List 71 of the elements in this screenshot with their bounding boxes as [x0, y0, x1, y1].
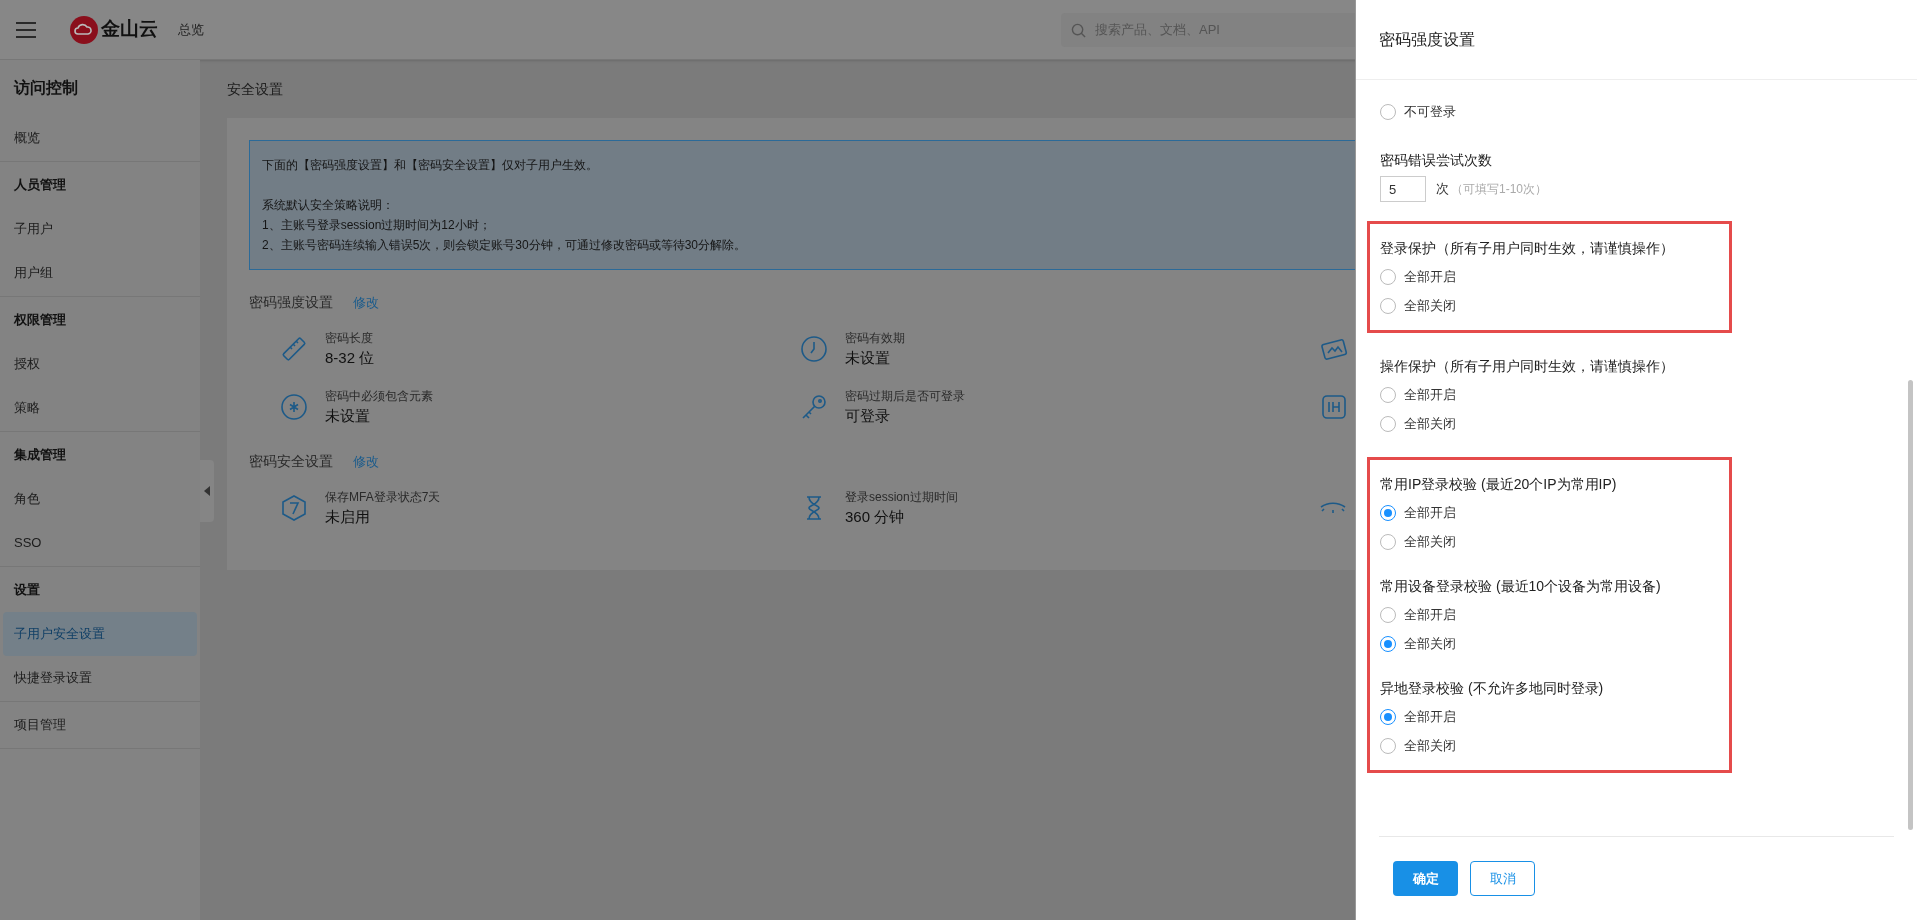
option-heading: 异地登录校验 (不允许多地同时登录)	[1380, 678, 1605, 698]
radio-label[interactable]: 全部关闭	[1404, 295, 1456, 316]
radio-label[interactable]: 全部开启	[1404, 384, 1456, 405]
radio-label[interactable]: 全部开启	[1404, 604, 1456, 625]
search-icon	[1071, 22, 1086, 38]
setting-value: 可登录	[845, 405, 891, 426]
cancel-button[interactable]: 取消	[1470, 861, 1535, 896]
drawer-title: 密码强度设置	[1356, 0, 1917, 80]
collapse-handle[interactable]	[200, 460, 214, 522]
menu-icon[interactable]	[16, 21, 36, 38]
hint-text: （可填写1-10次）	[1451, 181, 1548, 198]
sidebar-item[interactable]: 用户组	[0, 251, 200, 295]
setting-label: 密码长度	[325, 329, 374, 347]
hexagon-seven-icon	[279, 493, 309, 523]
section-title: 密码安全设置	[249, 452, 333, 471]
sidebar-item[interactable]: 授权	[0, 342, 200, 386]
sidebar-item[interactable]: 策略	[0, 386, 200, 430]
attempts-input[interactable]: 5	[1380, 176, 1426, 202]
setting-value: 未启用	[325, 506, 371, 527]
sidebar-heading: 人员管理	[13, 176, 67, 195]
cloud-logo-icon	[70, 15, 98, 44]
setting-label: 保存MFA登录状态7天	[325, 488, 441, 506]
option-heading: 操作保护（所有子用户同时生效，请谨慎操作）	[1380, 356, 1675, 376]
radio-label[interactable]: 全部关闭	[1404, 531, 1456, 552]
logo-text: 金山云	[101, 17, 158, 42]
setting-value: 360 分钟	[845, 506, 906, 527]
setting-label: 登录session过期时间	[845, 488, 958, 506]
notice-text: 下面的【密码强度设置】和【密码安全设置】仅对子用户生效。	[262, 157, 598, 174]
confirm-button[interactable]: 确定	[1393, 861, 1458, 896]
unit-text: 次	[1436, 180, 1449, 199]
clock-icon	[799, 334, 829, 364]
setting-label: 密码过期后是否可登录	[845, 387, 965, 405]
radio-label[interactable]: 全部开启	[1404, 706, 1456, 727]
option-heading: 常用IP登录校验 (最近20个IP为常用IP)	[1380, 474, 1618, 494]
scrollbar-thumb[interactable]	[1908, 380, 1913, 830]
notice-text: 1、主账号登录session过期时间为12小时；	[262, 217, 491, 234]
setting-value: 未设置	[325, 405, 371, 426]
asterisk-circle-icon	[279, 392, 309, 422]
notice-text: 系统默认安全策略说明：	[262, 197, 394, 214]
ruler-icon	[279, 334, 309, 364]
setting-label: 密码中必须包含元素	[325, 387, 433, 405]
setting-value: 8-32 位	[325, 347, 375, 368]
option-heading: 常用设备登录校验 (最近10个设备为常用设备)	[1380, 576, 1662, 596]
option-heading: 密码错误尝试次数	[1380, 150, 1493, 170]
radio-label[interactable]: 全部开启	[1404, 502, 1456, 523]
sidebar-heading: 权限管理	[13, 311, 67, 330]
sidebar-heading: 设置	[13, 581, 41, 600]
radio-label[interactable]: 全部开启	[1404, 266, 1456, 287]
overview-link[interactable]: 总览	[178, 19, 204, 40]
sidebar-item[interactable]: 子用户	[0, 207, 200, 251]
radio-label[interactable]: 全部关闭	[1404, 735, 1456, 756]
sidebar-item[interactable]: 快捷登录设置	[0, 656, 200, 700]
radio-label[interactable]: 不可登录	[1404, 101, 1456, 122]
sidebar-title: 访问控制	[12, 77, 79, 98]
sidebar-item[interactable]: SSO	[0, 521, 200, 565]
sidebar-heading: 集成管理	[13, 446, 67, 465]
sidebar-item[interactable]: 项目管理	[0, 703, 200, 747]
sidebar-item[interactable]: 子用户安全设置	[3, 612, 197, 656]
one-hour-icon	[1319, 392, 1349, 422]
setting-value: 未设置	[845, 347, 891, 368]
notice-text: 2、主账号密码连续输入错误5次，则会锁定账号30分钟，可通过修改密码或等待30分解除。	[262, 237, 747, 254]
section-title: 密码强度设置	[249, 293, 333, 312]
setting-label: 密码有效期	[845, 329, 905, 347]
page-title: 安全设置	[227, 79, 283, 99]
sidebar-item[interactable]: 概览	[0, 116, 200, 160]
closed-eye-icon	[1319, 502, 1347, 514]
radio-label[interactable]: 全部关闭	[1404, 633, 1456, 654]
option-heading: 登录保护（所有子用户同时生效，请谨慎操作）	[1380, 238, 1675, 258]
sidebar-item[interactable]: 角色	[0, 477, 200, 521]
triangle-left-icon	[204, 486, 210, 496]
radio-label[interactable]: 全部关闭	[1404, 413, 1456, 434]
